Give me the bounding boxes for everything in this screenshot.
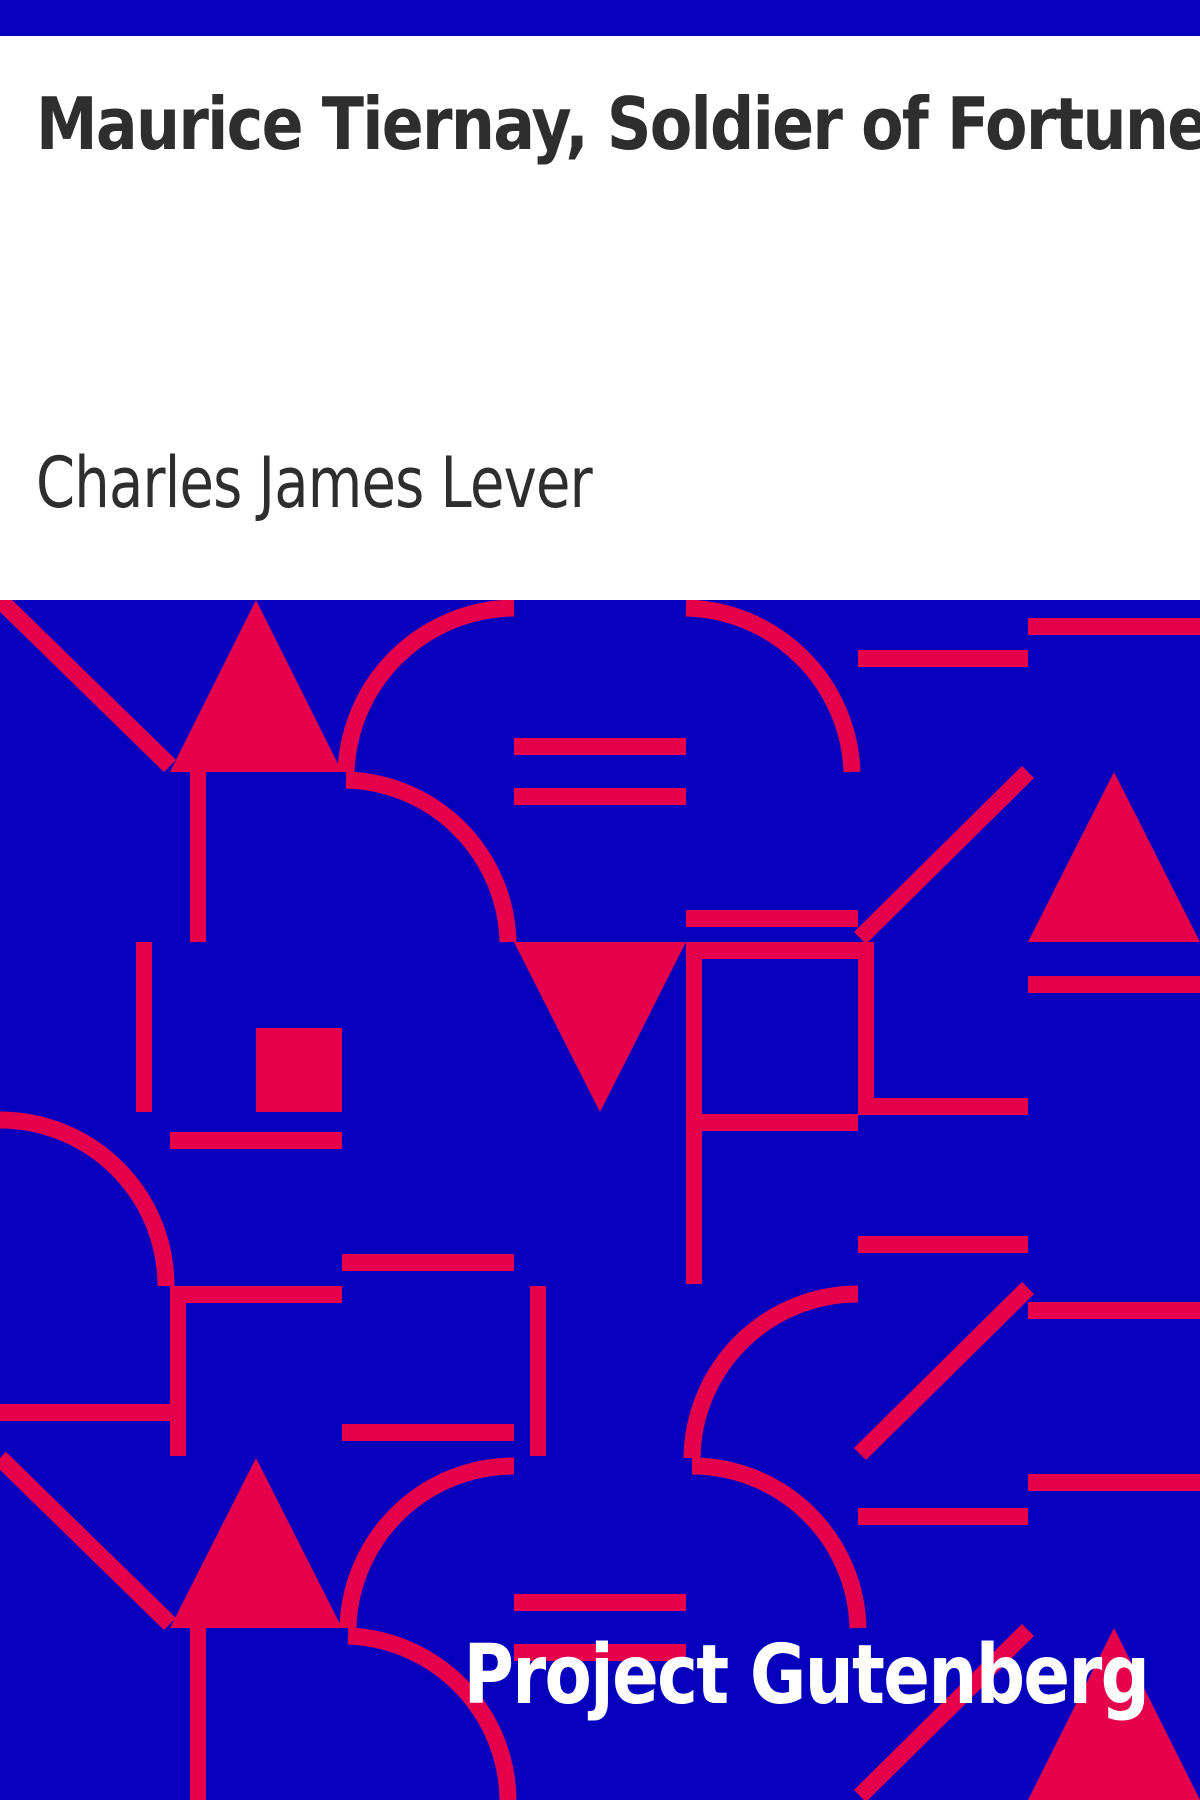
pattern-bar bbox=[1028, 618, 1200, 635]
top-blue-bar bbox=[0, 0, 1200, 36]
pattern-bar bbox=[0, 1404, 170, 1421]
pattern-bar bbox=[858, 942, 874, 1112]
pattern-bar bbox=[686, 942, 858, 959]
pattern-bar bbox=[686, 942, 702, 1284]
pattern-bar bbox=[342, 1254, 514, 1271]
pattern-bar bbox=[136, 942, 152, 1112]
geometric-pattern-icon bbox=[0, 600, 1200, 1800]
pattern-square bbox=[256, 1028, 342, 1112]
pattern-bar bbox=[1028, 976, 1200, 993]
pattern-bar bbox=[514, 1594, 686, 1611]
pattern-bar bbox=[514, 788, 686, 805]
pattern-bar bbox=[686, 910, 858, 927]
pattern-bar bbox=[170, 1286, 186, 1456]
pattern-bar bbox=[1028, 1474, 1200, 1491]
pattern-bar bbox=[190, 772, 206, 942]
pattern-bar bbox=[686, 1114, 858, 1131]
book-author: Charles James Lever bbox=[36, 442, 593, 524]
book-title: Maurice Tiernay, Soldier of Fortune bbox=[36, 82, 1200, 166]
pattern-bar bbox=[1028, 1302, 1200, 1319]
pattern-bar bbox=[514, 738, 686, 755]
pattern-bar bbox=[858, 1236, 1028, 1253]
pattern-bar bbox=[530, 1286, 546, 1456]
pattern-bar bbox=[858, 1508, 1028, 1525]
pattern-bar bbox=[858, 1098, 1028, 1115]
pattern-bar bbox=[190, 1628, 206, 1800]
pattern-bar bbox=[858, 650, 1028, 667]
pattern-bar bbox=[170, 1286, 342, 1303]
pattern-bar bbox=[170, 1132, 342, 1149]
publisher-name: Project Gutenberg bbox=[463, 1628, 1150, 1723]
pattern-bar bbox=[342, 1424, 514, 1441]
